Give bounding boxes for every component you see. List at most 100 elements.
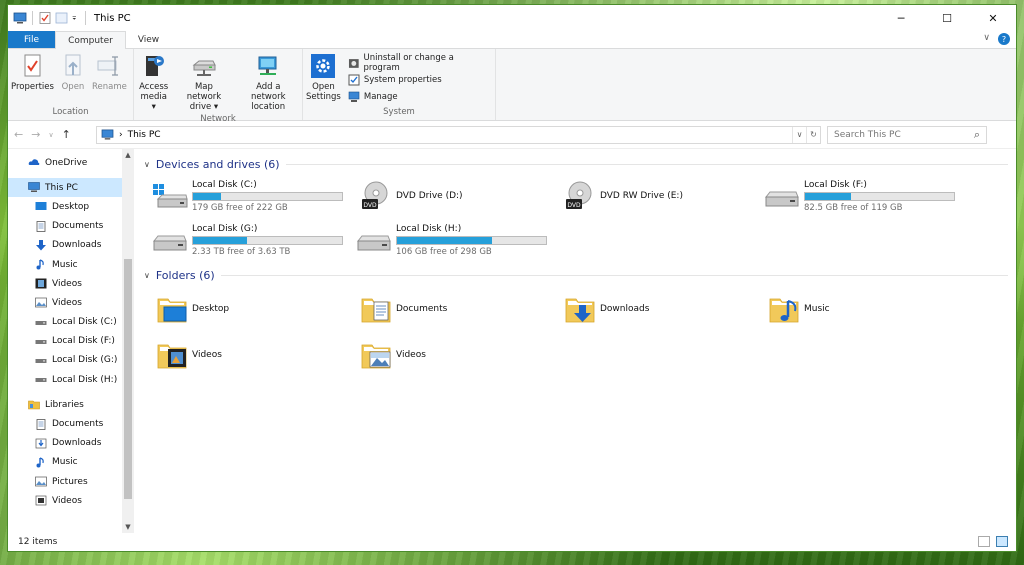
access-media-button[interactable]: Access media ▾	[134, 51, 173, 114]
ribbon-expand-button[interactable]: ∨	[983, 33, 990, 45]
new-folder-icon[interactable]	[55, 12, 69, 24]
nav-item-local-disk-g[interactable]: Local Disk (G:)	[8, 351, 134, 370]
location-group-label: Location	[52, 107, 89, 117]
open-settings-button[interactable]: Open Settings	[303, 51, 344, 107]
nav-item-desktop[interactable]: Desktop	[8, 197, 134, 216]
system-properties-button[interactable]: System properties	[348, 72, 489, 87]
open-settings-label-2: Settings	[306, 92, 341, 102]
drive-tile[interactable]: Local Disk (H:) 106 GB free of 298 GB	[356, 220, 560, 260]
tab-computer[interactable]: Computer	[55, 31, 126, 49]
nav-item-onedrive[interactable]: OneDrive	[8, 153, 134, 172]
recent-locations-button[interactable]: ∨	[48, 131, 53, 139]
folder-tile[interactable]: Music	[768, 289, 972, 329]
pictures-icon	[35, 298, 47, 308]
folder-tile[interactable]: Desktop	[156, 289, 360, 329]
refresh-button[interactable]: ↻	[806, 126, 820, 143]
location-buttons: Properties Open Rename	[8, 49, 133, 107]
nav-label: Desktop	[52, 201, 90, 212]
network-location-icon	[258, 56, 277, 75]
navigation-pane: OneDrive This PC Desktop Documents Downl…	[8, 149, 134, 533]
nav-item-local-disk-c[interactable]: Local Disk (C:)	[8, 313, 134, 332]
cloud-icon	[28, 159, 40, 166]
nav-item-libraries[interactable]: Libraries	[8, 395, 134, 414]
properties-check-icon[interactable]	[38, 12, 52, 24]
help-button[interactable]: ?	[998, 33, 1010, 45]
nav-label: Downloads	[52, 438, 102, 449]
nav-label: Local Disk (C:)	[52, 317, 117, 328]
nav-item-music[interactable]: Music	[8, 255, 134, 274]
open-button[interactable]: Open	[57, 51, 89, 107]
chevron-down-icon[interactable]: ∨	[144, 271, 150, 280]
system-buttons: Open Settings Uninstall or change a prog…	[303, 49, 495, 107]
search-box[interactable]: Search This PC ⌕	[827, 125, 987, 144]
forward-button[interactable]: →	[31, 128, 40, 141]
drive-usage-bar	[192, 235, 343, 245]
folder-tile[interactable]: Videos	[360, 335, 564, 375]
chevron-down-icon[interactable]: ∨	[144, 160, 150, 169]
downloads-folder-icon	[565, 298, 595, 323]
scrollbar-thumb[interactable]	[124, 259, 132, 499]
nav-item-local-disk-f[interactable]: Local Disk (F:)	[8, 332, 134, 351]
close-button[interactable]: ✕	[970, 5, 1016, 31]
scroll-up-button[interactable]: ▲	[122, 151, 134, 159]
nav-item-library-music[interactable]: Music	[8, 453, 134, 472]
nav-item-documents[interactable]: Documents	[8, 217, 134, 236]
breadcrumb-separator[interactable]: ›	[119, 130, 123, 140]
nav-item-videos[interactable]: Videos	[8, 293, 134, 312]
drive-icon	[35, 358, 47, 363]
nav-item-videos[interactable]: Videos	[8, 274, 134, 293]
tiles-view-icon[interactable]	[996, 536, 1008, 547]
minimize-button[interactable]: ─	[878, 5, 924, 31]
folder-tile[interactable]: Downloads	[564, 289, 768, 329]
nav-item-library-videos[interactable]: Videos	[8, 491, 134, 510]
tab-view[interactable]: View	[126, 31, 171, 48]
nav-label: Pictures	[52, 476, 88, 487]
devices-section-header[interactable]: ∨ Devices and drives (6)	[144, 154, 1016, 174]
maximize-button[interactable]: ☐	[924, 5, 970, 31]
up-button[interactable]: ↑	[62, 128, 71, 141]
drive-tile[interactable]: DVD DVD RW Drive (E:)	[560, 176, 764, 216]
rename-button[interactable]: Rename	[89, 51, 130, 107]
nav-label: OneDrive	[45, 157, 88, 168]
drive-tile[interactable]: Local Disk (G:) 2.33 TB free of 3.63 TB	[152, 220, 356, 260]
hard-drive-icon	[764, 191, 799, 207]
uninstall-program-button[interactable]: Uninstall or change a program	[348, 53, 489, 73]
drive-tile[interactable]: DVD DVD Drive (D:)	[356, 176, 560, 216]
nav-item-local-disk-h[interactable]: Local Disk (H:)	[8, 370, 134, 389]
nav-item-library-downloads[interactable]: Downloads	[8, 434, 134, 453]
nav-item-library-pictures[interactable]: Pictures	[8, 472, 134, 491]
properties-button[interactable]: Properties	[8, 51, 57, 107]
address-bar[interactable]: › This PC ∨ ↻	[96, 125, 821, 144]
drive-info: Local Disk (G:) 2.33 TB free of 3.63 TB	[192, 224, 343, 257]
tab-file[interactable]: File	[8, 31, 56, 48]
search-icon[interactable]: ⌕	[974, 128, 980, 142]
manage-button[interactable]: Manage	[348, 89, 489, 104]
explorer-window: This PC ─ ☐ ✕ File Computer View ∨ ? Pro…	[7, 4, 1017, 552]
drive-info: DVD RW Drive (E:)	[600, 191, 683, 201]
folders-section-header[interactable]: ∨ Folders (6)	[144, 265, 1016, 285]
map-network-drive-button[interactable]: Map network drive ▾	[173, 51, 234, 114]
scroll-down-button[interactable]: ▼	[122, 523, 134, 531]
nav-item-library-documents[interactable]: Documents	[8, 414, 134, 433]
address-dropdown-button[interactable]: ∨	[792, 126, 806, 143]
details-view-icon[interactable]	[978, 536, 990, 547]
nav-scrollbar[interactable]: ▲ ▼	[122, 149, 134, 533]
nav-item-this-pc[interactable]: This PC	[8, 178, 134, 198]
system-small-buttons: Uninstall or change a program System pro…	[344, 51, 495, 107]
drive-name: Local Disk (G:)	[192, 223, 258, 234]
folder-tile[interactable]: Videos	[156, 335, 360, 375]
music-folder-icon	[769, 298, 799, 323]
computer-icon[interactable]	[13, 12, 27, 24]
drive-name: Local Disk (C:)	[192, 179, 257, 190]
back-button[interactable]: ←	[14, 128, 23, 141]
drive-usage-fill	[805, 192, 852, 200]
customize-dropdown-icon[interactable]	[72, 12, 80, 24]
drive-tile[interactable]: Local Disk (F:) 82.5 GB free of 119 GB	[764, 176, 968, 216]
nav-item-downloads[interactable]: Downloads	[8, 236, 134, 255]
drive-tile[interactable]: Local Disk (C:) 179 GB free of 222 GB	[152, 176, 356, 216]
system-properties-icon	[348, 74, 360, 85]
breadcrumb-this-pc[interactable]: This PC	[128, 130, 161, 140]
add-network-location-button[interactable]: Add a network location	[235, 51, 303, 114]
folder-tile[interactable]: Documents	[360, 289, 564, 329]
map-network-drive-label-1: Map network	[186, 82, 222, 102]
